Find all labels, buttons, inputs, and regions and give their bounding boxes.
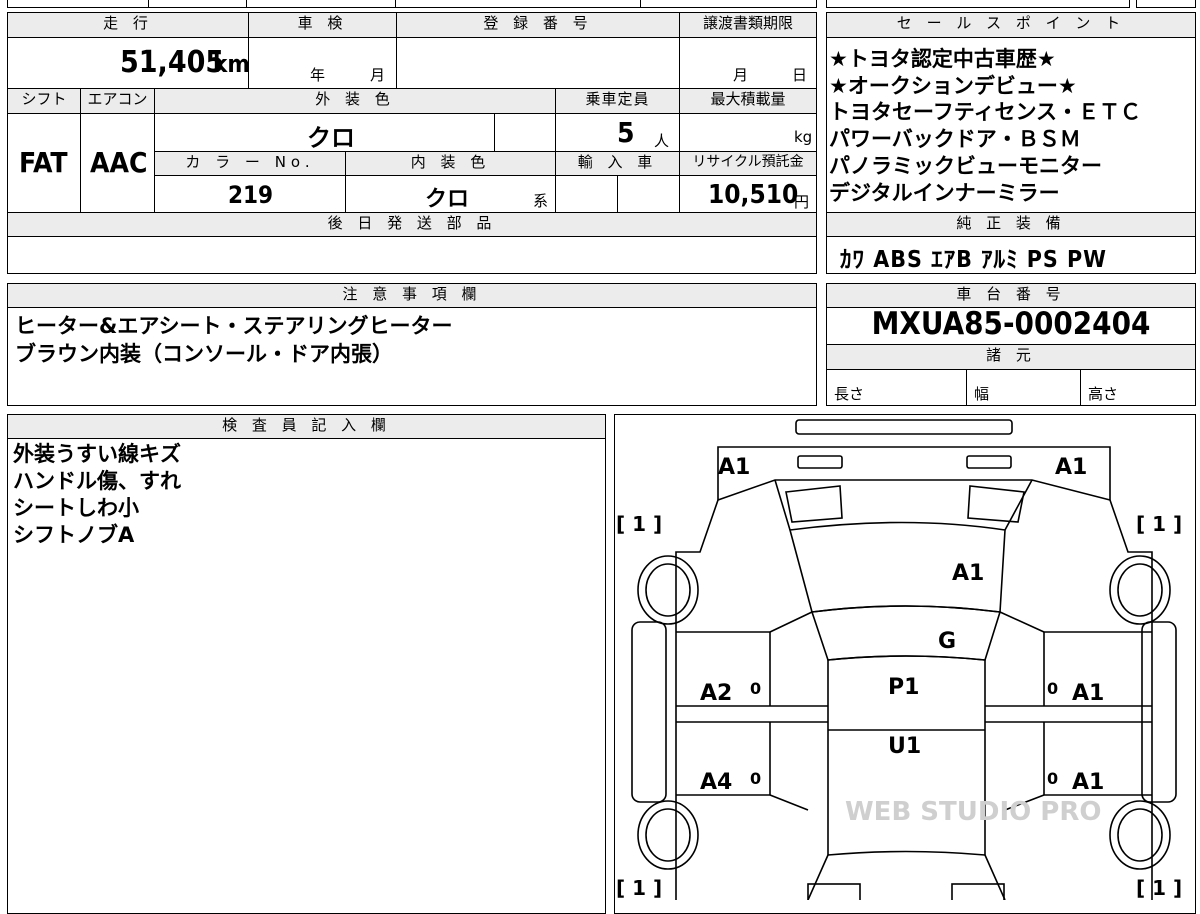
- header-transfer-deadline: 譲渡書類期限: [680, 13, 816, 37]
- diag-windshield: G: [938, 629, 956, 654]
- deadline-month: 月: [733, 66, 749, 84]
- diag-door-small-4: 0: [1047, 769, 1058, 788]
- max-load-unit: kg: [794, 128, 813, 146]
- sales-point-5: パノラミックビューモニター: [829, 154, 1102, 178]
- diag-front-left: A1: [718, 455, 750, 480]
- interior-color-value: クロ: [425, 187, 470, 212]
- diag-door-small-3: 0: [1047, 679, 1058, 698]
- inspector-line-3: シートしわ小: [13, 496, 139, 520]
- wheel-front-right-mark: [ 1 ]: [1136, 512, 1182, 536]
- interior-color-suffix: 系: [533, 192, 549, 210]
- aircon-value: AAC: [90, 146, 148, 179]
- diag-front-right: A1: [1055, 455, 1087, 480]
- car-diagram: A1 A1 A1 G P1 U1 A2 A4 A1 A1 0 0 0 0 [ 1…: [616, 419, 1182, 900]
- diag-hood: A1: [952, 561, 984, 586]
- wheel-front-left-mark: [ 1 ]: [616, 512, 662, 536]
- top-strip: [7, 0, 817, 8]
- sales-point-6: デジタルインナーミラー: [829, 181, 1060, 205]
- sales-point-1: ★トヨタ認定中古車歴★: [829, 47, 1056, 71]
- equipment-items: ｶﾜ ABS ｴｱB ｱﾙﾐ PS PW: [840, 247, 1108, 273]
- shift-value: FAT: [19, 146, 68, 179]
- diag-door-small-1: 0: [750, 679, 761, 698]
- deadline-day: 日: [792, 66, 808, 84]
- recycle-fee-value: 10,510: [708, 180, 799, 210]
- chassis-number: MXUA85-0002404: [871, 306, 1151, 342]
- mileage-unit: km: [213, 50, 250, 78]
- inspector-line-2: ハンドル傷、すれ: [13, 469, 181, 493]
- header-notes: 注 意 事 項 欄: [8, 284, 816, 307]
- capacity-value: 5: [617, 116, 635, 149]
- exterior-color-value: クロ: [307, 124, 355, 152]
- header-interior-color: 内 装 色: [346, 152, 555, 175]
- header-inspector: 検 査 員 記 入 欄: [8, 415, 605, 438]
- header-recycle-fee: リサイクル預託金: [680, 152, 816, 175]
- header-import: 輸 入 車: [556, 152, 679, 175]
- header-equipment: 純 正 装 備: [827, 213, 1195, 236]
- header-capacity: 乗車定員: [556, 89, 679, 113]
- inspector-line-4: シフトノブA: [13, 523, 135, 547]
- note-line-1: ヒーター&エアシート・ステアリングヒーター: [15, 314, 453, 338]
- header-max-load: 最大積載量: [680, 89, 816, 113]
- note-line-2: ブラウン内装（コンソール・ドア内張）: [15, 342, 393, 366]
- diag-right-front-door: A1: [1072, 681, 1104, 706]
- header-mileage: 走 行: [8, 13, 248, 37]
- diag-door-small-2: 0: [750, 769, 761, 788]
- diag-right-rear-door: A1: [1072, 770, 1104, 795]
- capacity-unit: 人: [654, 132, 670, 150]
- spec-height: 高さ: [1088, 385, 1119, 403]
- header-shift: シフト: [8, 89, 80, 113]
- header-sales-points: セ ー ル ス ポ イ ン ト: [827, 13, 1195, 37]
- header-color-no: カ ラ ー No.: [155, 152, 345, 175]
- sales-point-2: ★オークションデビュー★: [829, 74, 1077, 98]
- header-inspection: 車 検: [249, 13, 396, 37]
- diag-rear-roof: U1: [888, 734, 921, 759]
- inspection-month: 月: [370, 66, 386, 84]
- color-no-value: 219: [228, 181, 274, 209]
- wheel-rear-right-mark: [ 1 ]: [1136, 876, 1182, 900]
- header-later-parts: 後 日 発 送 部 品: [8, 213, 816, 236]
- diag-roof: P1: [888, 675, 919, 700]
- header-specs: 諸 元: [827, 345, 1195, 369]
- mileage-value: 51,405: [120, 45, 225, 80]
- recycle-fee-unit: 円: [794, 193, 810, 211]
- wheel-rear-left-mark: [ 1 ]: [616, 876, 662, 900]
- sales-point-3: トヨタセーフティセンス・ＥＴＣ: [829, 100, 1142, 124]
- watermark: WEB STUDIO PRO: [845, 797, 1101, 827]
- inspector-line-1: 外装うすい線キズ: [13, 442, 181, 466]
- spec-length: 長さ: [834, 385, 865, 403]
- diag-left-front-door: A2: [700, 681, 732, 706]
- header-registration: 登 録 番 号: [397, 13, 679, 37]
- diag-left-rear-door: A4: [700, 770, 732, 795]
- header-aircon: エアコン: [81, 89, 154, 113]
- spec-width: 幅: [974, 385, 990, 403]
- sales-point-4: パワーバックドア・ＢＳＭ: [829, 127, 1081, 151]
- header-exterior-color: 外 装 色: [155, 89, 555, 113]
- header-chassis: 車 台 番 号: [827, 284, 1195, 307]
- inspection-year: 年: [310, 66, 326, 84]
